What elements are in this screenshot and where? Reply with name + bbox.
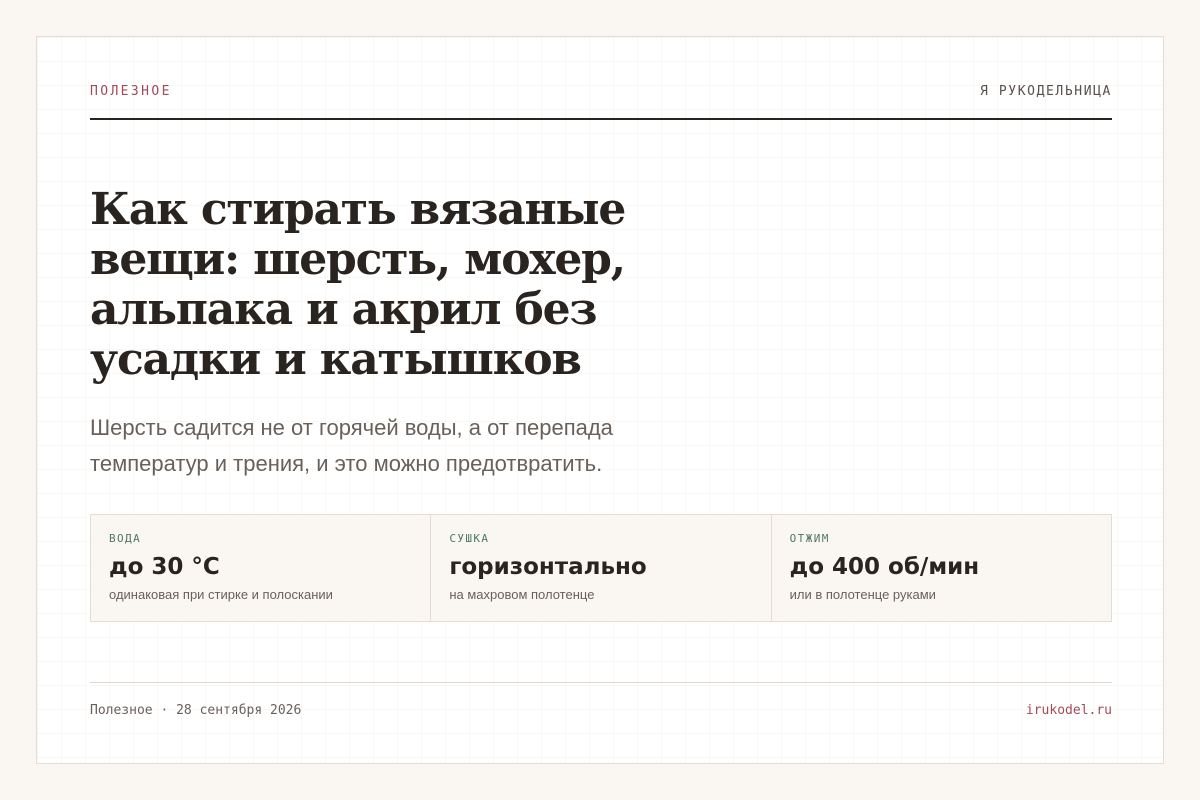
- footer-site-link[interactable]: irukodel.ru: [1026, 703, 1112, 718]
- stat-label: ОТЖИМ: [789, 532, 830, 545]
- card-footer: Полезное · 28 сентября 2026 irukodel.ru: [90, 682, 1112, 732]
- stats-panel: ВОДА до 30 °C одинаковая при стирке и по…: [90, 514, 1112, 622]
- stat-value: горизонтально: [449, 554, 647, 580]
- article-card: ПОЛЕЗНОЕ Я РУКОДЕЛЬНИЦА Как стирать вяза…: [36, 36, 1164, 764]
- stat-label: СУШКА: [449, 532, 490, 545]
- card-header: ПОЛЕЗНОЕ Я РУКОДЕЛЬНИЦА: [90, 84, 1112, 120]
- stat-value: до 400 об/мин: [789, 554, 980, 580]
- stat-note: или в полотенце руками: [789, 587, 936, 602]
- stat-note: на махровом полотенце: [449, 587, 595, 602]
- stat-label: ВОДА: [109, 532, 142, 545]
- article-lead: Шерсть садится не от горячей воды, а от …: [90, 415, 613, 476]
- article-title: Как стирать вязаные вещи: шерсть, мохер,…: [90, 184, 626, 385]
- stat-water: ВОДА до 30 °C одинаковая при стирке и по…: [91, 515, 432, 621]
- stat-note: одинаковая при стирке и полоскании: [109, 587, 333, 602]
- stat-value: до 30 °C: [109, 554, 220, 580]
- site-brand[interactable]: Я РУКОДЕЛЬНИЦА: [980, 84, 1112, 99]
- footer-meta: Полезное · 28 сентября 2026: [90, 703, 302, 718]
- stat-spin: ОТЖИМ до 400 об/мин или в полотенце рука…: [772, 515, 1111, 621]
- stat-drying: СУШКА горизонтально на махровом полотенц…: [431, 515, 772, 621]
- category-kicker[interactable]: ПОЛЕЗНОЕ: [90, 84, 172, 99]
